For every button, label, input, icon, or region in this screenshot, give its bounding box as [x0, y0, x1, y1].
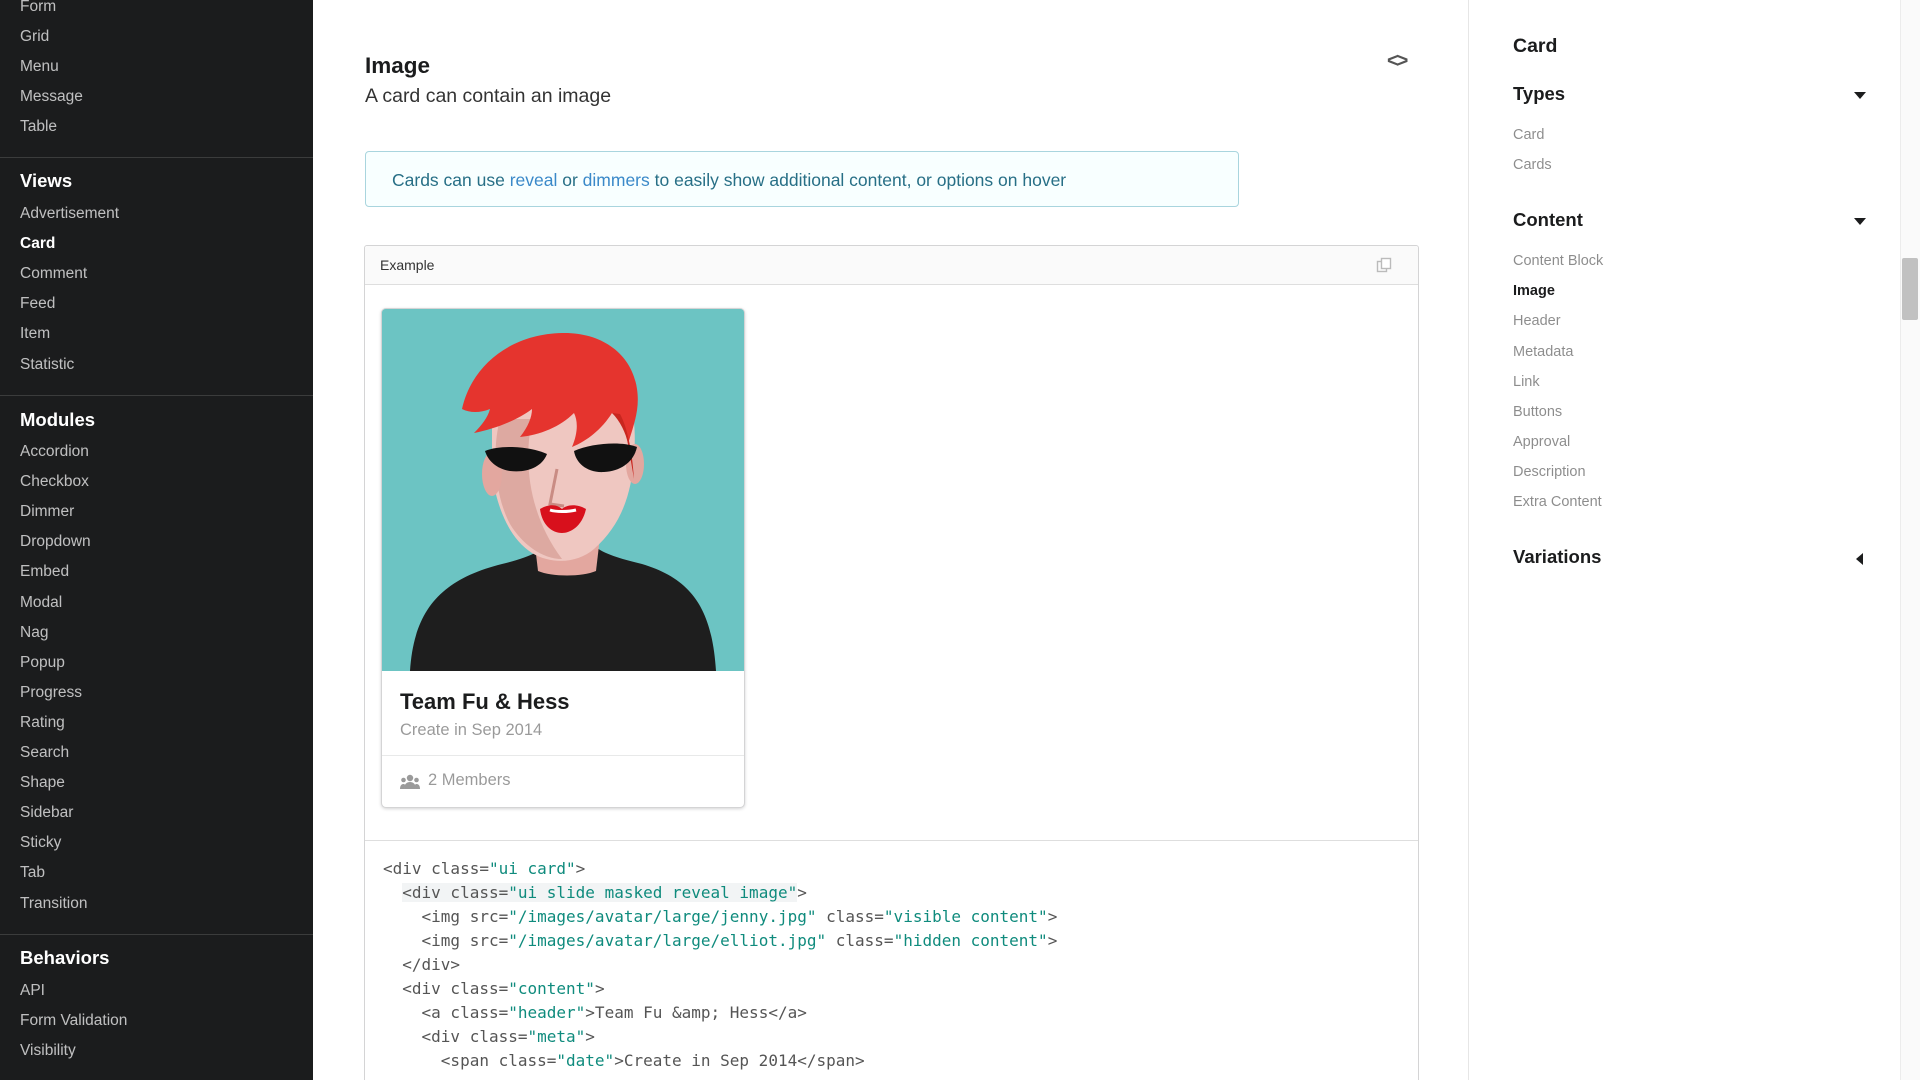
nav-item-sticky[interactable]: Sticky — [20, 833, 61, 853]
nav-item-modal[interactable]: Modal — [20, 593, 62, 613]
toc-section-variations[interactable]: Variations — [1513, 546, 1601, 568]
toc-title: Card — [1513, 35, 1558, 57]
code-line: </div> — [383, 955, 461, 974]
card-meta-date: Create in Sep 2014 — [400, 721, 543, 739]
code-line: <a class="header">Team Fu &amp; Hess</a> — [383, 1003, 807, 1022]
toc-item-image[interactable]: Image — [1513, 283, 1555, 299]
nav-divider — [0, 395, 313, 396]
nav-item-checkbox[interactable]: Checkbox — [20, 472, 89, 492]
nav-item-nag[interactable]: Nag — [20, 623, 48, 643]
card-members-link[interactable]: 2 Members — [428, 771, 511, 790]
nav-item-message[interactable]: Message — [20, 87, 83, 107]
toc-item-card[interactable]: Card — [1513, 127, 1544, 143]
example-segment: Example Team Fu & Hess Create in Sep 201… — [364, 245, 1419, 1080]
section-description: A card can contain an image — [365, 85, 612, 107]
users-icon — [400, 774, 420, 789]
info-suffix: to easily show additional content, or op… — [649, 170, 1067, 190]
nav-item-transition[interactable]: Transition — [20, 894, 87, 914]
nav-item-menu[interactable]: Menu — [20, 57, 59, 77]
example-label: Example — [380, 257, 435, 273]
code-line: <span class="date">Create in Sep 2014</s… — [383, 1051, 865, 1070]
info-message: Cards can use reveal or dimmers to easil… — [365, 151, 1239, 207]
code-line: <div class="ui slide masked reveal image… — [402, 883, 807, 902]
nav-header-views: Views — [20, 170, 73, 191]
left-sidebar: Form Grid Menu Message Table Views Advertiseme… — [0, 0, 313, 1080]
toc-section-types[interactable]: Types — [1513, 83, 1565, 105]
nav-item-shape[interactable]: Shape — [20, 773, 65, 793]
code-toggle-icon[interactable]: <> — [1387, 50, 1408, 73]
nav-item-comment[interactable]: Comment — [20, 264, 87, 284]
nav-item-accordion[interactable]: Accordion — [20, 442, 89, 462]
nav-item-tab[interactable]: Tab — [20, 863, 45, 883]
toc-item-cards[interactable]: Cards — [1513, 157, 1552, 173]
code-line: <div class="content"> — [383, 979, 605, 998]
code-line: <img src="/images/avatar/large/elliot.jp… — [383, 931, 1058, 950]
code-line: <img src="/images/avatar/large/jenny.jpg… — [383, 907, 1058, 926]
card-image[interactable] — [382, 309, 744, 671]
nav-item-search[interactable]: Search — [20, 743, 69, 763]
reveal-link[interactable]: reveal — [510, 170, 558, 190]
toc-item-content-block[interactable]: Content Block — [1513, 253, 1603, 269]
toc-item-extra-content[interactable]: Extra Content — [1513, 494, 1602, 510]
nav-item-visibility[interactable]: Visibility — [20, 1041, 76, 1061]
toc-item-header[interactable]: Header — [1513, 313, 1561, 329]
nav-item-progress[interactable]: Progress — [20, 683, 82, 703]
nav-item-embed[interactable]: Embed — [20, 562, 69, 582]
toc-item-approval[interactable]: Approval — [1513, 434, 1570, 450]
nav-item-statistic[interactable]: Statistic — [20, 355, 74, 375]
nav-item-item[interactable]: Item — [20, 324, 50, 344]
nav-item-form-validation[interactable]: Form Validation — [20, 1011, 127, 1031]
info-prefix: Cards can use — [392, 170, 510, 190]
caret-down-icon[interactable] — [1854, 92, 1866, 99]
code-line: <div class="meta"> — [383, 1027, 595, 1046]
nav-item-card[interactable]: Card — [20, 234, 55, 254]
code-block: <div class="ui card"> <div class="ui sli… — [365, 840, 1418, 1080]
nav-item-form[interactable]: Form — [20, 0, 56, 17]
team-card[interactable]: Team Fu & Hess Create in Sep 2014 2 Memb… — [381, 308, 745, 808]
nav-item-dimmer[interactable]: Dimmer — [20, 502, 74, 522]
nav-item-table[interactable]: Table — [20, 117, 57, 137]
example-header: Example — [365, 246, 1418, 285]
toc-item-link[interactable]: Link — [1513, 374, 1540, 390]
nav-divider — [0, 157, 313, 158]
card-header[interactable]: Team Fu & Hess — [400, 689, 570, 715]
copy-icon[interactable] — [1376, 257, 1392, 273]
nav-item-popup[interactable]: Popup — [20, 653, 65, 673]
nav-item-advertisement[interactable]: Advertisement — [20, 204, 119, 224]
nav-item-feed[interactable]: Feed — [20, 294, 55, 314]
toc-item-buttons[interactable]: Buttons — [1513, 404, 1562, 420]
nav-item-rating[interactable]: Rating — [20, 713, 65, 733]
nav-item-api[interactable]: API — [20, 981, 45, 1001]
avatar-illustration — [382, 309, 744, 671]
nav-header-modules: Modules — [20, 409, 96, 430]
scrollbar-track[interactable] — [1900, 0, 1920, 1080]
nav-divider — [0, 934, 313, 935]
card-extra-content: 2 Members — [382, 755, 744, 807]
nav-item-grid[interactable]: Grid — [20, 27, 49, 47]
toc-section-content[interactable]: Content — [1513, 209, 1583, 231]
dimmers-link[interactable]: dimmers — [583, 170, 650, 190]
caret-left-icon[interactable] — [1856, 553, 1863, 566]
toc-item-description[interactable]: Description — [1513, 464, 1586, 480]
code-line: <div class="ui card"> — [383, 859, 586, 878]
section-title: Image — [365, 53, 431, 78]
nav-header-behaviors: Behaviors — [20, 947, 110, 968]
scrollbar-thumb[interactable] — [1902, 258, 1918, 320]
nav-item-dropdown[interactable]: Dropdown — [20, 532, 91, 552]
toc-item-metadata[interactable]: Metadata — [1513, 344, 1573, 360]
nav-item-sidebar[interactable]: Sidebar — [20, 803, 73, 823]
info-middle: or — [557, 170, 583, 190]
main-content: Image A card can contain an image <> Car… — [313, 0, 1468, 1080]
table-of-contents: Card Types Card Cards Content Content Block Im… — [1468, 0, 1920, 1080]
caret-down-icon[interactable] — [1854, 218, 1866, 226]
